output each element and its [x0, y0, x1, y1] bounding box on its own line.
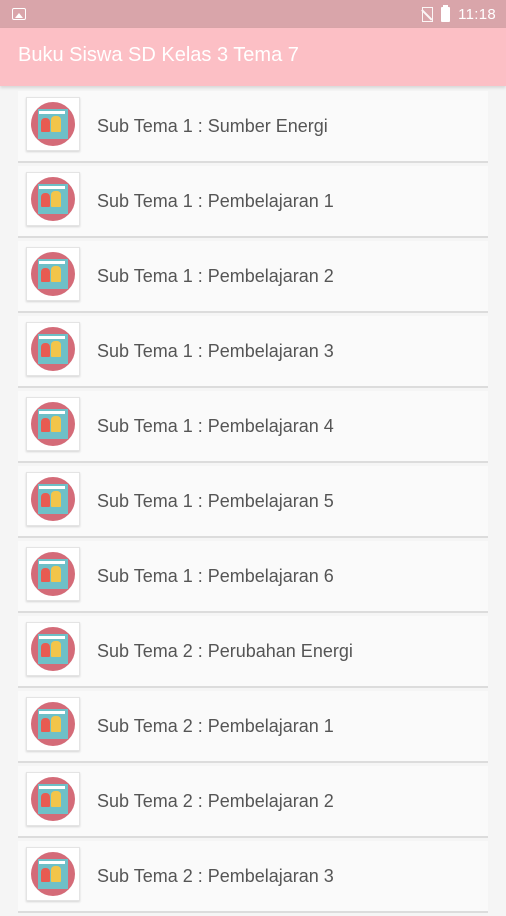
book-cover-circle [30, 476, 76, 522]
cover-figure [41, 343, 50, 357]
cover-figure [41, 793, 50, 807]
book-cover-circle [30, 326, 76, 372]
cover-figure [41, 118, 50, 132]
list-item[interactable]: Sub Tema 2 : Pembelajaran 3 [18, 841, 488, 913]
list-item-label: Sub Tema 2 : Pembelajaran 3 [97, 866, 334, 886]
list-item[interactable]: Sub Tema 1 : Pembelajaran 3 [18, 316, 488, 388]
book-cover-icon [26, 547, 80, 601]
list-item-label: Sub Tema 1 : Sumber Energi [97, 116, 328, 136]
list-item-label: Sub Tema 1 : Pembelajaran 1 [97, 191, 334, 211]
cover-figure [41, 268, 50, 282]
cover-figure [41, 418, 50, 432]
book-cover-icon [26, 847, 80, 901]
book-cover-icon [26, 172, 80, 226]
cover-figure [51, 416, 61, 432]
book-cover-icon [26, 622, 80, 676]
cover-figure [41, 193, 50, 207]
cover-title-bar [39, 261, 65, 264]
cover-figure [51, 791, 61, 807]
list-item-label: Sub Tema 1 : Pembelajaran 3 [97, 341, 334, 361]
cover-title-bar [39, 786, 65, 789]
list-item-label: Sub Tema 1 : Pembelajaran 6 [97, 566, 334, 586]
cover-title-bar [39, 561, 65, 564]
app-bar: Buku Siswa SD Kelas 3 Tema 7 [0, 28, 506, 86]
book-cover-circle [30, 101, 76, 147]
cover-figure [51, 866, 61, 882]
book-cover-circle [30, 401, 76, 447]
list-item[interactable]: Sub Tema 1 : Pembelajaran 1 [18, 166, 488, 238]
list-item[interactable]: Sub Tema 2 : Pembelajaran 2 [18, 766, 488, 838]
book-cover-icon [26, 97, 80, 151]
book-cover-circle [30, 251, 76, 297]
list-item-label: Sub Tema 2 : Pembelajaran 2 [97, 791, 334, 811]
cover-figure [51, 266, 61, 282]
list-item-label: Sub Tema 2 : Pembelajaran 1 [97, 716, 334, 736]
cover-figure [51, 716, 61, 732]
cover-figure [51, 116, 61, 132]
cover-figure [41, 568, 50, 582]
list-item[interactable]: Sub Tema 1 : Pembelajaran 2 [18, 241, 488, 313]
cover-title-bar [39, 336, 65, 339]
book-cover-circle [30, 776, 76, 822]
book-cover-circle [30, 851, 76, 897]
cover-figure [41, 493, 50, 507]
list-item-label: Sub Tema 1 : Pembelajaran 2 [97, 266, 334, 286]
cover-title-bar [39, 186, 65, 189]
clock: 11:18 [458, 5, 496, 23]
cover-figure [41, 868, 50, 882]
cover-figure [41, 643, 50, 657]
list-item[interactable]: Sub Tema 1 : Pembelajaran 6 [18, 541, 488, 613]
list-item[interactable]: Sub Tema 2 : Perubahan Energi [18, 616, 488, 688]
cover-title-bar [39, 111, 65, 114]
book-cover-circle [30, 626, 76, 672]
cover-title-bar [39, 711, 65, 714]
cover-figure [51, 566, 61, 582]
book-cover-icon [26, 322, 80, 376]
list-item-label: Sub Tema 1 : Pembelajaran 4 [97, 416, 334, 436]
cover-title-bar [39, 636, 65, 639]
cover-figure [51, 491, 61, 507]
book-cover-circle [30, 176, 76, 222]
cover-figure [41, 718, 50, 732]
list-item[interactable]: Sub Tema 2 : Pembelajaran 1 [18, 691, 488, 763]
book-cover-circle [30, 701, 76, 747]
list-item-label: Sub Tema 1 : Pembelajaran 5 [97, 491, 334, 511]
image-notification-icon [12, 8, 26, 20]
list-item[interactable]: Sub Tema 1 : Sumber Energi [18, 91, 488, 163]
book-cover-icon [26, 472, 80, 526]
book-cover-circle [30, 551, 76, 597]
book-cover-icon [26, 397, 80, 451]
book-cover-icon [26, 697, 80, 751]
book-cover-icon [26, 772, 80, 826]
chapter-list: Sub Tema 1 : Sumber Energi Sub Tema 1 : P… [18, 91, 488, 916]
cover-title-bar [39, 861, 65, 864]
app-title: Buku Siswa SD Kelas 3 Tema 7 [18, 44, 299, 66]
list-item[interactable]: Sub Tema 1 : Pembelajaran 4 [18, 391, 488, 463]
cover-title-bar [39, 411, 65, 414]
list-item[interactable]: Sub Tema 1 : Pembelajaran 5 [18, 466, 488, 538]
status-bar: 11:18 [0, 0, 506, 28]
cover-title-bar [39, 486, 65, 489]
no-sim-icon [422, 6, 434, 22]
book-cover-icon [26, 247, 80, 301]
cover-figure [51, 641, 61, 657]
list-item-label: Sub Tema 2 : Perubahan Energi [97, 641, 353, 661]
cover-figure [51, 191, 61, 207]
battery-icon [441, 4, 451, 22]
status-icons: 11:18 [422, 4, 496, 24]
cover-figure [51, 341, 61, 357]
